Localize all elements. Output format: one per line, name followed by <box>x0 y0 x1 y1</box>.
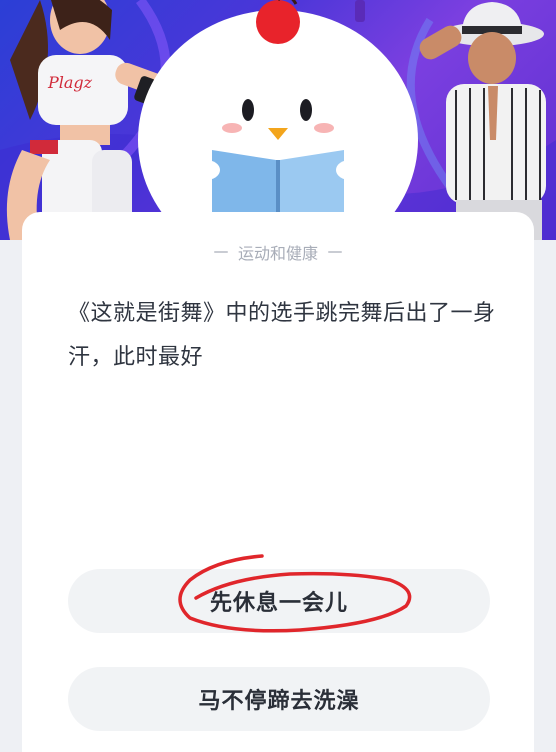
divider-left <box>213 251 228 253</box>
header-banner: Plagz <box>0 0 556 240</box>
answer-option-1[interactable]: 先休息一会儿 <box>68 569 490 633</box>
answer-option-2[interactable]: 马不停蹄去洗澡 <box>68 667 490 731</box>
category-label: 运动和健康 <box>237 244 318 263</box>
chick-mascot-illustration <box>138 0 418 240</box>
svg-text:Plagz: Plagz <box>47 73 93 92</box>
question-card: 运动和健康 《这就是街舞》中的选手跳完舞后出了一身汗，此时最好 先休息一会儿 马… <box>22 212 534 752</box>
answer-option-2-label: 马不停蹄去洗澡 <box>198 689 360 714</box>
answer-option-1-label: 先休息一会儿 <box>209 591 348 616</box>
divider-right <box>328 251 342 253</box>
question-text: 《这就是街舞》中的选手跳完舞后出了一身汗，此时最好 <box>68 301 496 370</box>
category-header: 运动和健康 <box>22 240 534 264</box>
